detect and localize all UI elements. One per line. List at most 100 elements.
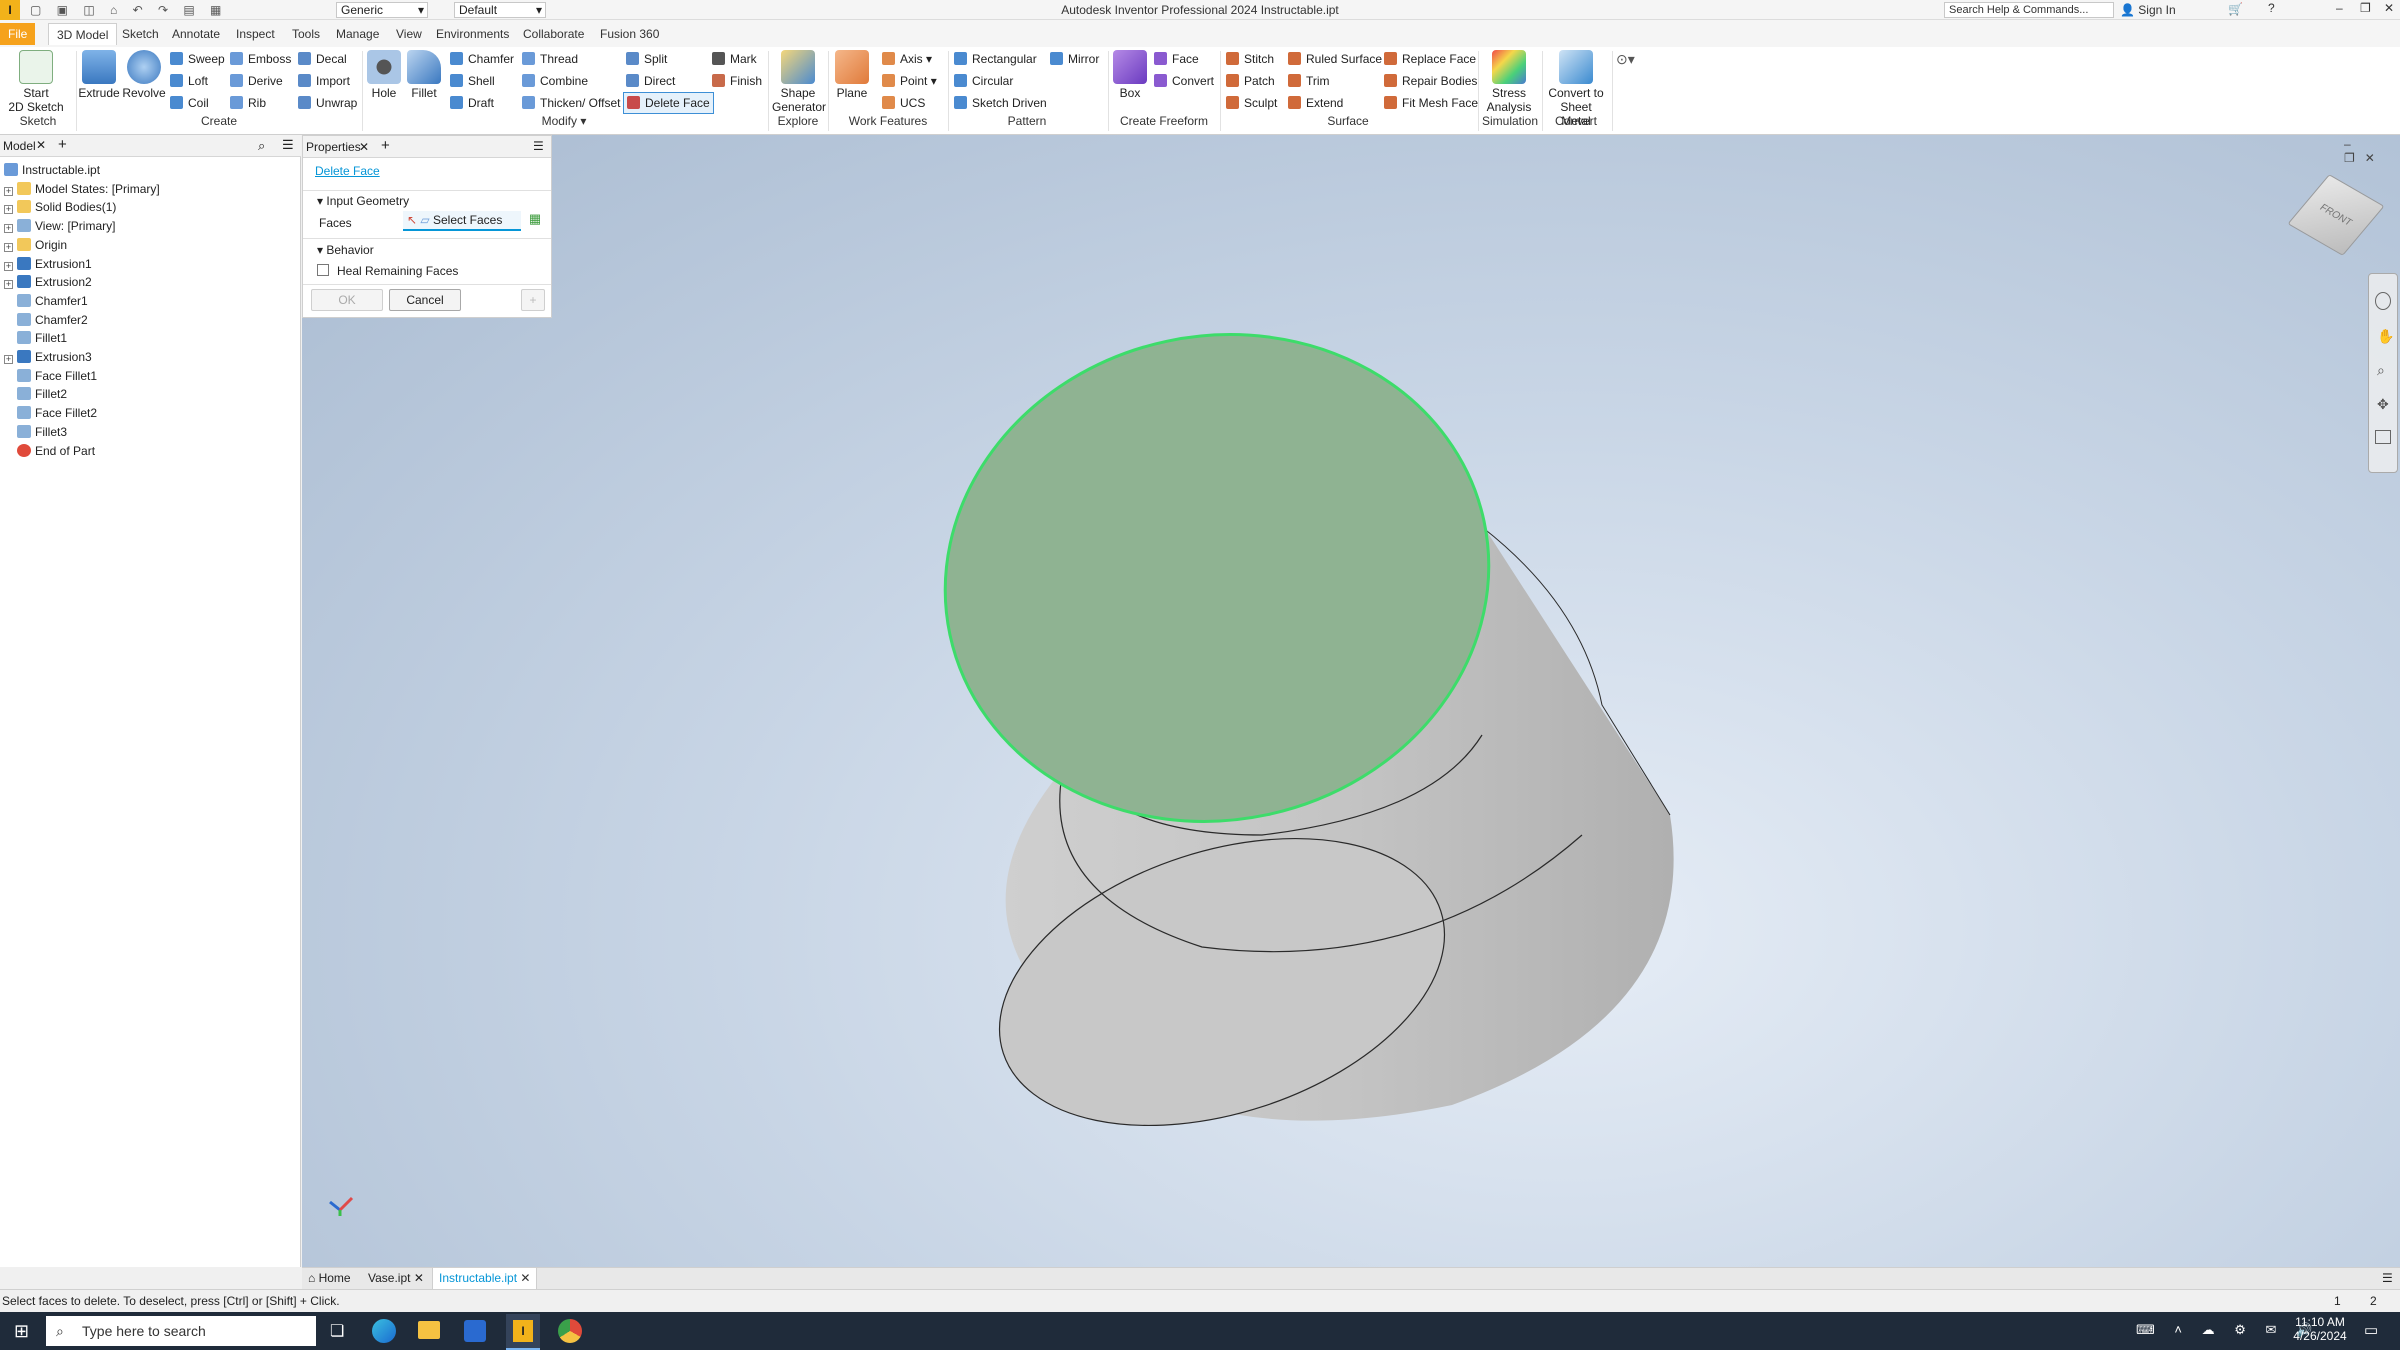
doc-tab-home[interactable]: ⌂ Home [308,1271,351,1285]
plane-button[interactable]: Plane [832,50,872,100]
expand-icon[interactable]: + [4,355,13,364]
select-faces-selector[interactable]: ↖ ▱ Select Faces [403,211,521,231]
cart-icon[interactable]: 🛒 [2228,2,2243,16]
expand-icon[interactable]: + [4,280,13,290]
menu-icon[interactable]: ☰ [533,139,544,153]
pan-icon[interactable]: ✋ [2377,328,2394,344]
extend-button[interactable]: Extend [1288,94,1343,112]
tree-item[interactable]: + Extrusion1 [0,255,92,273]
patch-button[interactable]: Patch [1226,72,1275,90]
mark-button[interactable]: Mark [712,50,757,68]
tree-item[interactable]: + Origin [0,236,67,254]
look-at-icon[interactable] [2375,430,2391,444]
group-label-modify[interactable]: Modify ▾ [364,114,764,128]
chamfer-button[interactable]: Chamfer [450,50,514,68]
finish-button[interactable]: Finish [712,72,762,90]
mirror-button[interactable]: Mirror [1050,50,1099,68]
close-icon[interactable]: ✕ [414,1271,424,1285]
emboss-button[interactable]: Emboss [230,50,291,68]
freeform-face-button[interactable]: Face [1154,50,1199,68]
graphics-viewport[interactable]: FRONT ✋ ⌕ ✥ –❐✕ [302,135,2400,1267]
taskbar-clock[interactable]: 11:10 AM 4/26/2024 [2290,1315,2350,1343]
thicken-offset-button[interactable]: Thicken/ Offset [522,94,620,112]
split-button[interactable]: Split [626,50,667,68]
direct-button[interactable]: Direct [626,72,675,90]
search-icon[interactable]: ⌕ [258,138,265,154]
coil-button[interactable]: Coil [170,94,209,112]
tree-item[interactable]: Face Fillet2 [0,404,97,422]
inventor-taskbar-button[interactable]: I [506,1314,540,1350]
freeform-convert-button[interactable]: Convert [1154,72,1214,90]
tab-inspect[interactable]: Inspect [228,23,283,45]
delete-face-button[interactable]: Delete Face [623,92,714,114]
heal-remaining-faces-checkbox[interactable] [317,264,329,276]
shell-button[interactable]: Shell [450,72,495,90]
notification-icon[interactable]: ▭ [2364,1321,2378,1339]
ruled-surface-button[interactable]: Ruled Surface [1288,50,1382,68]
start-2d-sketch-button[interactable]: Start 2D Sketch [8,50,64,114]
chrome-icon[interactable] [558,1319,582,1343]
tab-environments[interactable]: Environments [428,23,517,45]
task-view-icon[interactable]: ❏ [330,1321,344,1341]
close-icon[interactable]: ✕ [520,1271,530,1285]
close-button[interactable]: ✕ [2384,1,2394,15]
draft-button[interactable]: Draft [450,94,494,112]
shape-generator-button[interactable]: Shape Generator [772,50,826,114]
import-button[interactable]: Import [298,72,350,90]
select-faces-option-icon[interactable]: ▦ [525,211,545,231]
fit-mesh-face-button[interactable]: Fit Mesh Face [1384,94,1478,112]
tab-view[interactable]: View [388,23,430,45]
trim-button[interactable]: Trim [1288,72,1330,90]
stress-analysis-button[interactable]: Stress Analysis [1482,50,1536,114]
close-icon[interactable]: ✕ [359,140,369,154]
tab-3d-model[interactable]: 3D Model [48,23,118,45]
expand-icon[interactable]: + [4,186,13,196]
decal-button[interactable]: Decal [298,50,347,68]
behavior-section[interactable]: ▾ Behavior [317,243,374,257]
tree-item[interactable]: Chamfer2 [0,311,88,329]
sweep-button[interactable]: Sweep [170,50,225,68]
tree-item[interactable]: Fillet1 [0,329,67,347]
sign-in-button[interactable]: 👤 Sign In [2120,3,2176,17]
circular-pattern-button[interactable]: Circular [954,72,1013,90]
help-search-input[interactable]: Search Help & Commands... [1944,2,2114,18]
input-geometry-section[interactable]: ▾ Input Geometry [317,194,409,208]
viewport-window-controls[interactable]: –❐✕ [2344,137,2400,165]
tree-item[interactable]: Instructable.ipt [0,161,100,179]
zoom-icon[interactable]: ⌕ [2377,362,2389,378]
tree-item[interactable]: End of Part [0,442,95,460]
hole-button[interactable]: Hole [364,50,404,100]
file-explorer-icon[interactable] [418,1321,440,1339]
loft-button[interactable]: Loft [170,72,208,90]
restore-button[interactable]: ❐ [2360,1,2371,15]
tab-sketch[interactable]: Sketch [114,23,167,45]
microsoft-store-icon[interactable] [464,1320,486,1342]
thread-button[interactable]: Thread [522,50,578,68]
tree-item[interactable]: Fillet2 [0,385,67,403]
extrude-button[interactable]: Extrude [78,50,120,100]
tab-annotate[interactable]: Annotate [164,23,228,45]
add-tab-icon[interactable]: + [58,136,67,153]
model-view[interactable] [302,135,2400,1267]
tab-file[interactable]: File [0,23,36,45]
minimize-button[interactable]: – [2336,1,2343,15]
sculpt-button[interactable]: Sculpt [1226,94,1277,112]
unwrap-button[interactable]: Unwrap [298,94,357,112]
tree-item[interactable]: Chamfer1 [0,292,88,310]
add-tab-icon[interactable]: + [381,137,390,154]
expand-icon[interactable]: + [4,224,13,234]
derive-button[interactable]: Derive [230,72,283,90]
apply-button[interactable]: + [521,289,545,311]
close-icon[interactable]: ✕ [36,138,46,152]
tab-tools[interactable]: Tools [284,23,328,45]
box-button[interactable]: Box [1112,50,1148,100]
cancel-button[interactable]: Cancel [389,289,461,311]
properties-tab[interactable]: Properties [306,140,361,154]
sketch-driven-pattern-button[interactable]: Sketch Driven [954,94,1047,112]
tree-item[interactable]: + Extrusion2 [0,273,92,291]
fillet-button[interactable]: Fillet [404,50,444,100]
doc-tab-instructable[interactable]: Instructable.ipt ✕ [432,1268,538,1289]
help-icon[interactable]: ? [2268,1,2275,15]
tree-item[interactable]: + View: [Primary] [0,217,115,235]
tab-manage[interactable]: Manage [328,23,387,45]
